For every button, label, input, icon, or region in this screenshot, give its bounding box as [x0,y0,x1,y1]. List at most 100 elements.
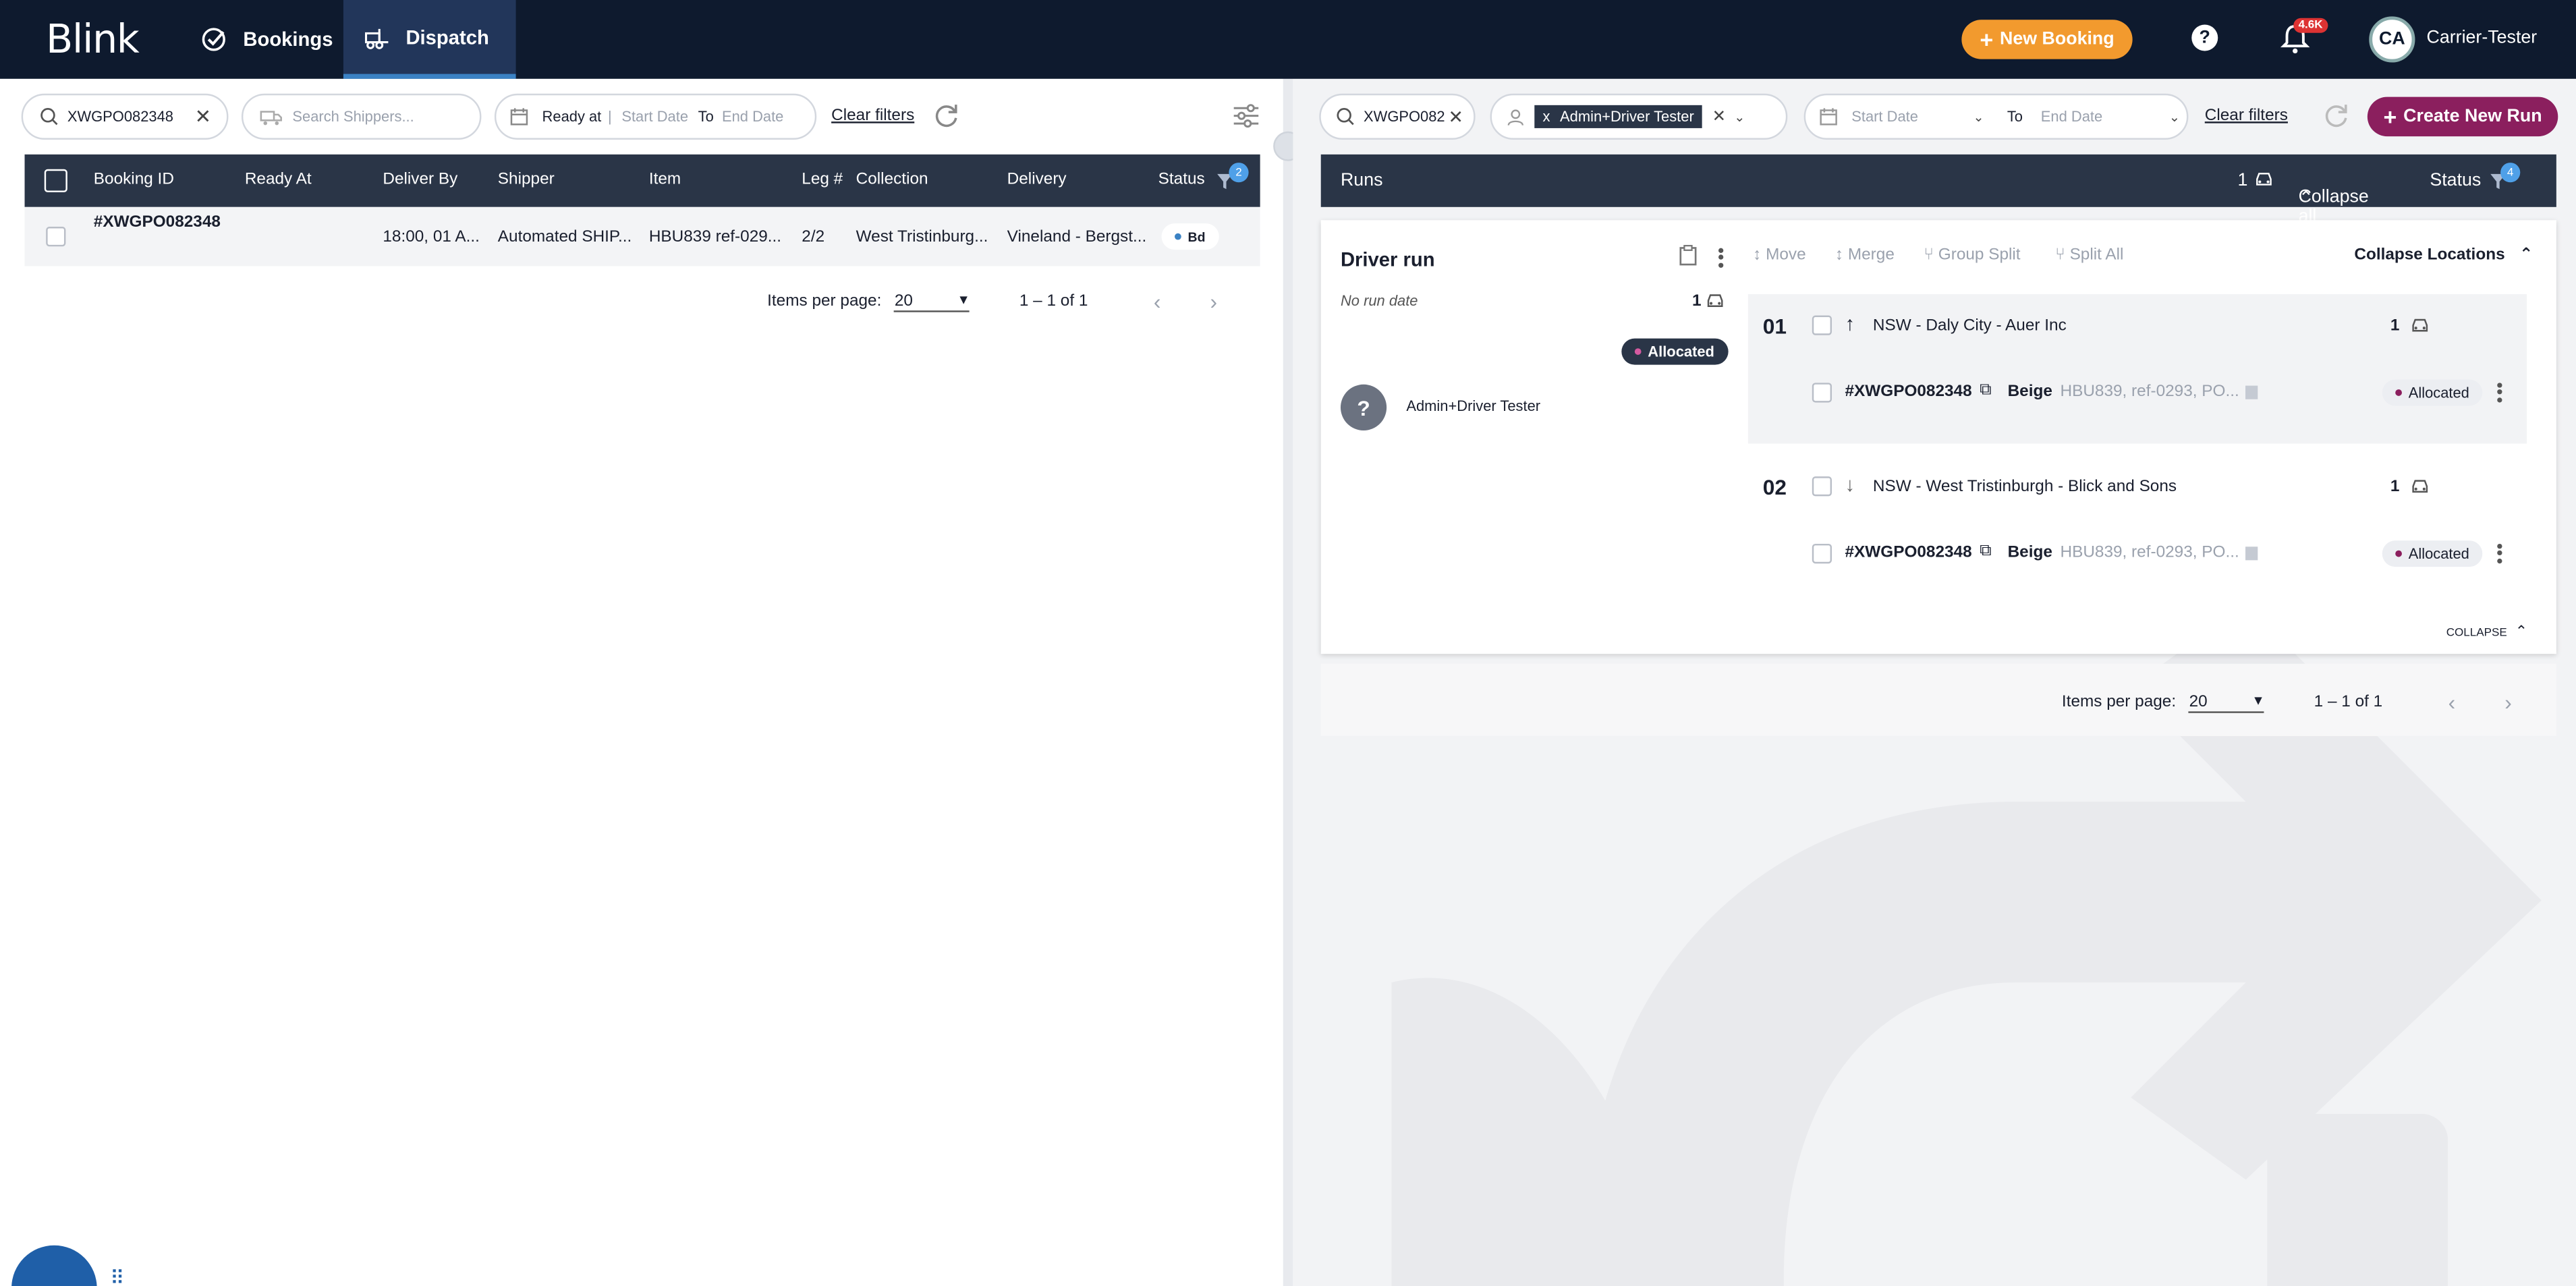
driver-chip-label: Admin+Driver Tester [1560,108,1694,125]
settings-sliders-icon[interactable] [1232,103,1260,128]
location-count: 1 [2390,478,2400,497]
clipboard-icon[interactable] [2244,383,2259,401]
page-size-select[interactable]: 20 ▼ [894,291,970,312]
next-page-icon[interactable]: › [2504,690,2512,715]
booking-search-input[interactable]: XWGPO082348 ✕ [21,93,229,140]
chevron-down-icon[interactable]: ⌄ [1973,109,1984,124]
run-search-input[interactable]: XWGPO082 ✕ [1319,93,1476,140]
apps-grid-icon[interactable]: ⠿ [110,1266,124,1286]
status-dot [1175,233,1181,240]
next-page-icon[interactable]: › [1210,289,1217,314]
ready-at-date-range[interactable]: Ready at | Start Date To End Date [494,93,817,140]
column-header[interactable]: Item [649,171,681,189]
group-split-button[interactable]: ⑂ Group Split [1924,246,2020,264]
clipboard-icon[interactable] [1679,245,1698,267]
more-options-icon[interactable] [1718,245,1725,270]
booking-colour: Beige [2007,543,2052,562]
column-header[interactable]: Booking ID [94,171,174,189]
tab-dispatch-label: Dispatch [405,25,489,49]
merge-icon: ↕ [1835,246,1844,265]
end-date-input[interactable]: End Date [722,109,783,125]
clear-filters-link[interactable]: Clear filters [831,107,914,125]
chevron-down-icon[interactable]: ⌄ [1734,109,1745,124]
calendar-icon [510,108,528,125]
external-link-icon[interactable]: ⧉ [1980,381,1991,399]
truck-icon [260,110,282,125]
bookings-pager: Items per page: 20 ▼ 1 – 1 of 1 ‹ › [767,289,1217,314]
driver-chip[interactable]: x Admin+Driver Tester [1534,105,1702,128]
split-all-button[interactable]: ⑂ Split All [2055,246,2123,264]
clipboard-icon[interactable] [2244,544,2259,562]
booking-id[interactable]: #XWGPO082348 [1845,544,1972,562]
clear-driver-icon[interactable]: ✕ [1712,107,1726,125]
column-header[interactable]: Status [1158,171,1205,189]
more-options-icon[interactable] [2497,379,2504,404]
car-icon [2256,173,2272,186]
run-title[interactable]: Driver run [1341,248,1435,271]
status-filter-badge: 4 [2500,163,2521,183]
arrow-up-icon: ↑ [1845,312,1855,335]
prev-page-icon[interactable]: ‹ [1154,289,1161,314]
shipper-search-placeholder: Search Shippers... [292,108,414,125]
user-name[interactable]: Carrier-Tester [2426,28,2537,47]
pane-divider[interactable] [1283,78,1293,1286]
prev-page-icon[interactable]: ‹ [2448,690,2456,715]
column-header[interactable]: Leg # [802,171,843,189]
row-checkbox[interactable] [46,227,66,247]
create-new-run-button[interactable]: + Create New Run [2367,96,2558,137]
more-options-icon[interactable] [2497,540,2504,565]
chevron-up-icon: ⌃ [2298,189,2314,209]
shipper-search-input[interactable]: Search Shippers... [241,93,482,140]
location-index: 02 [1762,474,1787,500]
end-date-input[interactable]: End Date [2041,109,2169,125]
refresh-icon[interactable] [932,101,961,130]
new-booking-label: New Booking [2000,29,2115,50]
arrow-down-icon: ↓ [1845,473,1855,497]
driver-filter-select[interactable]: x Admin+Driver Tester ✕ ⌄ [1490,93,1788,140]
booking-id[interactable]: #XWGPO082348 [1845,383,1972,401]
clear-filters-link[interactable]: Clear filters [2205,107,2288,125]
start-date-input[interactable]: Start Date [1851,109,1973,125]
shipper: Automated SHIP... [497,228,632,247]
location-checkbox[interactable] [1812,476,1832,497]
location-name[interactable]: NSW - Daly City - Auer Inc [1873,317,2067,335]
collapse-locations-button[interactable]: Collapse Locations ⌃ [2354,246,2533,264]
blink-logo[interactable]: Blink [46,16,140,62]
external-link-icon[interactable]: ⧉ [1980,542,1991,561]
booking-checkbox[interactable] [1812,543,1832,564]
booking-checkbox[interactable] [1812,383,1832,403]
top-nav: Blink Bookings Dispatch + New Booking ? … [0,0,2576,79]
select-all-checkbox[interactable] [44,169,67,192]
collapse-button[interactable]: COLLAPSE ⌃ [2446,623,2527,641]
column-header[interactable]: Collection [856,171,928,189]
tab-bookings[interactable]: Bookings [181,0,353,79]
refresh-icon[interactable] [2322,101,2351,130]
page-size-select[interactable]: 20 ▼ [2189,692,2265,712]
run-date-range[interactable]: Start Date ⌄ To End Date ⌄ [1803,93,2189,140]
location-checkbox[interactable] [1812,315,1832,335]
help-icon[interactable]: ? [2191,24,2218,51]
merge-button[interactable]: ↕ Merge [1835,246,1895,264]
remove-chip-icon[interactable]: x [1542,109,1550,125]
runs-count: 1 [2237,171,2248,191]
plus-icon: + [2383,103,2397,130]
column-header[interactable]: Shipper [498,171,555,189]
table-row[interactable]: #XWGPO082348 18:00, 01 A... Automated SH… [24,206,1260,267]
tab-dispatch[interactable]: Dispatch [343,0,516,79]
status-filter-label[interactable]: Status [2430,171,2481,190]
booking-id[interactable]: #XWGPO082348 [94,214,221,232]
chevron-down-icon[interactable]: ⌄ [2169,109,2180,124]
search-icon [1337,108,1354,125]
location-name[interactable]: NSW - West Tristinburgh - Blick and Sons [1873,478,2177,497]
move-button[interactable]: ↕ Move [1753,246,1805,264]
chevron-down-icon: ▼ [2251,692,2265,708]
clear-search-icon[interactable]: ✕ [195,105,212,128]
location-index: 01 [1762,314,1787,339]
column-header[interactable]: Ready At [245,171,312,189]
column-header[interactable]: Delivery [1007,171,1067,189]
start-date-input[interactable]: Start Date [621,109,688,125]
clear-search-icon[interactable]: ✕ [1449,106,1463,127]
avatar[interactable]: CA [2369,16,2415,63]
column-header[interactable]: Deliver By [383,171,457,189]
new-booking-button[interactable]: + New Booking [1961,20,2133,59]
